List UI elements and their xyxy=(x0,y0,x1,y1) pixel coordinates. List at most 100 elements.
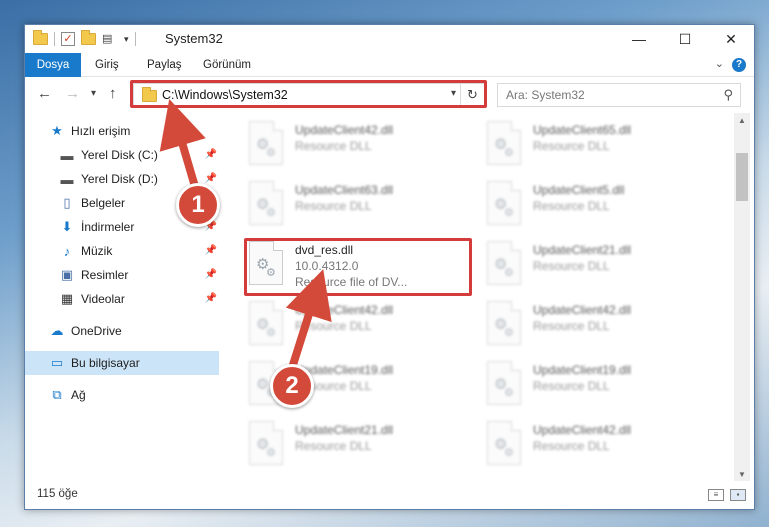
star-icon: ★ xyxy=(51,123,63,138)
file-tile[interactable]: ⚙ ⚙ UpdateClient65.dll Resource DLL xyxy=(483,121,713,171)
drive-icon: ▬ xyxy=(60,171,74,187)
forward-arrow-icon[interactable]: → xyxy=(65,85,80,102)
file-tile[interactable]: ⚙ ⚙ UpdateClient21.dll Resource DLL xyxy=(483,241,713,291)
file-name: UpdateClient21.dll xyxy=(295,423,394,437)
file-description: Resource DLL xyxy=(295,319,372,333)
file-name: UpdateClient42.dll xyxy=(295,303,394,317)
file-description: Resource DLL xyxy=(533,139,610,153)
file-description: Resource DLL xyxy=(295,139,372,153)
maximize-button[interactable]: ☐ xyxy=(662,25,708,53)
vertical-scrollbar[interactable]: ▲ ▼ xyxy=(734,113,750,483)
file-tile[interactable]: ⚙ ⚙ UpdateClient42.dll Resource DLL xyxy=(483,421,713,471)
sidebar-item-quick-access[interactable]: ★ Hızlı erişim xyxy=(25,119,219,143)
gear-icon: ⚙ xyxy=(504,387,514,399)
list-properties-icon[interactable]: ▤ xyxy=(102,33,118,45)
sidebar-item-videos[interactable]: ▦ Videolar 📌 xyxy=(25,287,219,311)
sidebar-item-this-pc[interactable]: ▭ Bu bilgisayar xyxy=(25,351,219,375)
tab-share[interactable]: Paylaş xyxy=(147,53,182,77)
file-tile[interactable]: ⚙ ⚙ UpdateClient42.dll Resource DLL xyxy=(483,301,713,351)
file-name: UpdateClient42.dll xyxy=(533,303,632,317)
file-description: Resource DLL xyxy=(533,199,610,213)
chevron-down-icon[interactable]: ▾ xyxy=(124,34,129,45)
back-arrow-icon[interactable]: ← xyxy=(37,85,52,102)
file-view: ⚙ ⚙ UpdateClient42.dll Resource DLL ⚙ ⚙ Up… xyxy=(219,113,735,483)
file-description: Resource DLL xyxy=(533,379,610,393)
window-title: System32 xyxy=(165,31,223,46)
recent-locations-icon[interactable]: ▾ xyxy=(91,88,96,99)
dll-file-icon: ⚙⚙ xyxy=(487,361,521,405)
documents-icon: ▯ xyxy=(63,195,71,210)
download-icon: ⬇ xyxy=(61,219,73,234)
help-icon[interactable]: ? xyxy=(732,58,746,72)
gear-icon: ⚙ xyxy=(504,327,514,339)
divider xyxy=(54,32,55,46)
tab-file[interactable]: Dosya xyxy=(25,53,81,77)
file-tile[interactable]: ⚙ ⚙ UpdateClient42.dll Resource DLL xyxy=(245,121,475,171)
pictures-icon: ▣ xyxy=(60,267,74,282)
address-row: ← → ▾ ↑ C:\Windows\System32 ▾ ↻ Ara: Sys… xyxy=(25,77,754,113)
pin-icon: 📌 xyxy=(204,269,217,280)
search-input[interactable]: Ara: System32 ⚲ xyxy=(497,83,741,107)
gear-icon: ⚙ xyxy=(266,447,276,459)
gear-icon: ⚙ xyxy=(504,447,514,459)
file-tile[interactable]: ⚙⚙ UpdateClient19.dll Resource DLL xyxy=(483,361,713,411)
file-tile[interactable]: ⚙ ⚙ UpdateClient63.dll Resource DLL xyxy=(245,181,475,231)
file-name: UpdateClient21.dll xyxy=(533,243,632,257)
sidebar-item-label: Yerel Disk (C:) xyxy=(81,148,158,162)
sidebar-item-label: OneDrive xyxy=(71,324,122,338)
sidebar-item-label: Hızlı erişim xyxy=(71,124,131,138)
window-controls: — ☐ ✕ xyxy=(616,25,754,53)
details-view-icon[interactable]: ≡ xyxy=(708,489,724,501)
address-highlight-box xyxy=(130,80,487,108)
up-arrow-icon[interactable]: ↑ xyxy=(109,85,117,102)
file-name: UpdateClient42.dll xyxy=(533,423,632,437)
item-count: 115 öğe xyxy=(37,488,78,500)
sidebar-item-label: Müzik xyxy=(81,244,113,258)
sidebar-item-network[interactable]: ⧉ Ağ xyxy=(25,383,219,407)
new-folder-icon[interactable] xyxy=(81,30,96,45)
sidebar-item-pictures[interactable]: ▣ Resimler 📌 xyxy=(25,263,219,287)
sidebar-item-label: Bu bilgisayar xyxy=(71,356,140,370)
pin-icon: 📌 xyxy=(204,245,217,256)
search-icon[interactable]: ⚲ xyxy=(723,87,733,103)
tab-home[interactable]: Giriş xyxy=(95,53,119,77)
pin-icon: 📌 xyxy=(204,149,217,160)
gear-icon: ⚙ xyxy=(504,147,514,159)
ribbon-expand-icon[interactable]: ⌄ xyxy=(715,57,724,70)
dll-file-icon: ⚙⚙ xyxy=(487,241,521,285)
sidebar-item-label: Yerel Disk (D:) xyxy=(81,172,158,186)
step-1-badge: 1 xyxy=(176,183,220,227)
divider xyxy=(134,32,136,46)
dll-file-icon: ⚙⚙ xyxy=(249,301,283,345)
sidebar-item-onedrive[interactable]: ☁ OneDrive xyxy=(25,319,219,343)
close-button[interactable]: ✕ xyxy=(708,25,754,53)
ribbon-tabs: Dosya Giriş Paylaş Görünüm ⌄ ? xyxy=(25,53,754,77)
minimize-button[interactable]: — xyxy=(616,25,662,53)
sidebar-item-label: Ağ xyxy=(71,388,86,402)
quick-access-toolbar: ✓ ▤ ▾ xyxy=(33,30,136,48)
dll-file-icon: ⚙⚙ xyxy=(249,181,283,225)
sidebar-item-local-disk-c[interactable]: ▬ Yerel Disk (C:) 📌 xyxy=(25,143,219,167)
file-name: UpdateClient19.dll xyxy=(533,363,632,377)
gear-icon: ⚙ xyxy=(266,327,276,339)
file-tile[interactable]: ⚙ ⚙ UpdateClient5.dll Resource DLL xyxy=(483,181,713,231)
dll-file-icon: ⚙⚙ xyxy=(249,121,283,165)
large-icons-view-icon[interactable]: ▪ xyxy=(730,489,746,501)
file-tile[interactable]: ⚙ ⚙ UpdateClient21.dll Resource DLL xyxy=(245,421,475,471)
file-description: Resource DLL xyxy=(533,439,610,453)
navigation-pane: ★ Hızlı erişim ▬ Yerel Disk (C:) 📌 ▬ Yer… xyxy=(25,113,219,483)
scroll-up-icon[interactable]: ▲ xyxy=(734,113,750,129)
dll-file-icon: ⚙⚙ xyxy=(487,301,521,345)
scroll-thumb[interactable] xyxy=(736,153,748,201)
file-tile[interactable]: ⚙ ⚙ UpdateClient42.dll Resource DLL xyxy=(245,301,475,351)
tab-view[interactable]: Görünüm xyxy=(203,53,251,77)
gear-icon: ⚙ xyxy=(266,207,276,219)
step-2-badge: 2 xyxy=(270,364,314,408)
videos-icon: ▦ xyxy=(60,291,74,306)
sidebar-item-music[interactable]: ♪ Müzik 📌 xyxy=(25,239,219,263)
properties-check-icon[interactable]: ✓ xyxy=(61,32,75,46)
title-bar: ✓ ▤ ▾ System32 — ☐ ✕ xyxy=(25,25,754,53)
sidebar-item-label: İndirmeler xyxy=(81,220,135,234)
file-description: Resource DLL xyxy=(533,259,610,273)
file-description: Resource DLL xyxy=(533,319,610,333)
